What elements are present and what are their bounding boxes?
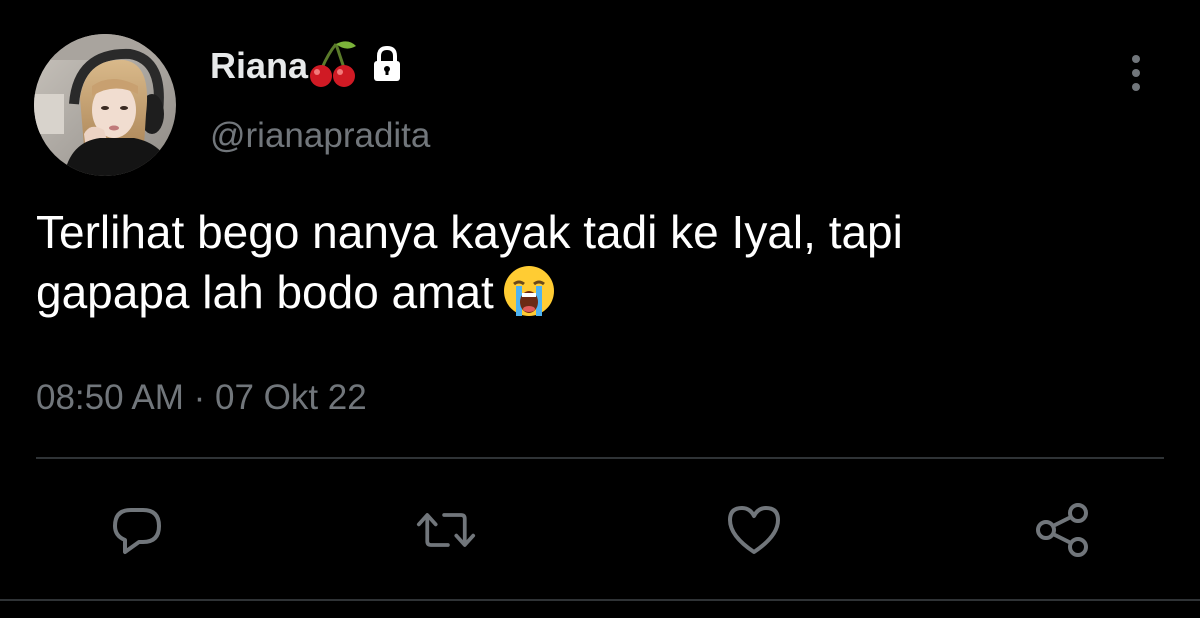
tweet-text-line-1: Terlihat bego nanya kayak tadi ke Iyal, … bbox=[36, 206, 903, 258]
retweet-icon bbox=[416, 513, 476, 547]
like-button[interactable] bbox=[724, 500, 784, 560]
tweet-text-line-2: gapapa lah bodo amat bbox=[36, 262, 1156, 332]
bottom-divider bbox=[0, 599, 1200, 601]
profile-photo bbox=[34, 34, 176, 176]
share-icon bbox=[1036, 503, 1088, 557]
retweet-button[interactable] bbox=[416, 500, 476, 560]
heart-icon bbox=[728, 506, 780, 554]
cherries-icon bbox=[308, 38, 358, 95]
timestamp[interactable]: 08:50 AM · 07 Okt 22 bbox=[36, 378, 367, 418]
more-vertical-icon bbox=[1132, 55, 1140, 91]
display-name[interactable]: Riana bbox=[210, 45, 308, 87]
more-options-button[interactable] bbox=[1118, 50, 1154, 96]
avatar[interactable] bbox=[34, 34, 176, 176]
share-button[interactable] bbox=[1033, 500, 1093, 560]
lock-icon bbox=[372, 45, 402, 87]
tweet-text-line-2-text: gapapa lah bodo amat bbox=[36, 266, 494, 318]
reply-button[interactable] bbox=[107, 500, 167, 560]
tweet-text: Terlihat bego nanya kayak tadi ke Iyal, … bbox=[36, 202, 1156, 332]
loudly-crying-face-icon bbox=[502, 264, 556, 332]
divider bbox=[36, 457, 1164, 459]
display-name-row: Riana bbox=[210, 40, 402, 92]
tweet: Riana @rianapradita Terlihat bego nanya … bbox=[0, 0, 1200, 618]
reply-icon bbox=[113, 508, 161, 554]
username[interactable]: @rianapradita bbox=[210, 116, 430, 156]
